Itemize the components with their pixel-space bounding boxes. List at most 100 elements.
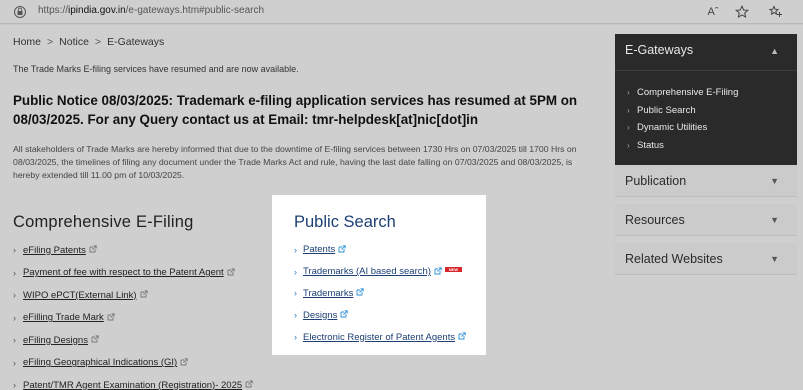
breadcrumb-separator: > xyxy=(47,36,54,48)
caret-down-icon: ▼ xyxy=(770,215,779,225)
chevron-right-icon: › xyxy=(13,380,16,390)
url-host: ipindia.gov.in xyxy=(68,5,126,16)
chevron-right-icon: › xyxy=(627,123,630,133)
public-search-list: › Patents › Trademarks (AI based search) NE… xyxy=(294,239,466,348)
public-notice-heading: Public Notice 08/03/2025: Trademark e-fi… xyxy=(13,93,578,127)
link-label[interactable]: Patent/TMR Agent Examination (Registrati… xyxy=(23,380,242,390)
sidebar-item-status[interactable]: › Status xyxy=(627,137,738,155)
caret-down-icon: ▼ xyxy=(770,176,779,186)
comprehensive-efiling-title: Comprehensive E-Filing xyxy=(13,213,194,231)
external-link-icon xyxy=(107,313,115,321)
breadcrumb-separator: > xyxy=(94,36,102,48)
chevron-right-icon: › xyxy=(13,290,16,301)
chevron-right-icon: › xyxy=(627,105,630,115)
efiling-link-trade-mark[interactable]: › eFilling Trade Mark xyxy=(13,307,253,330)
efiling-link-patents[interactable]: › eFiling Patents xyxy=(13,239,253,262)
chevron-right-icon: › xyxy=(294,266,297,277)
public-search-link-patent-agents-register[interactable]: › Electronic Register of Patent Agents xyxy=(294,326,466,348)
link-label[interactable]: Designs xyxy=(303,310,337,321)
url-prefix: https:// xyxy=(38,5,69,16)
efiling-link-geographical-indications[interactable]: › eFiling Geographical Indications (GI) xyxy=(13,352,253,375)
external-link-icon xyxy=(140,290,148,298)
external-link-icon xyxy=(458,332,466,340)
breadcrumb-notice[interactable]: Notice xyxy=(59,36,89,48)
chevron-right-icon: › xyxy=(13,267,16,278)
link-label[interactable]: eFiling Geographical Indications (GI) xyxy=(23,357,177,368)
public-search-panel: Public Search › Patents › Trademarks (AI b… xyxy=(272,195,486,355)
chevron-right-icon: › xyxy=(13,357,16,368)
external-link-icon xyxy=(227,268,235,276)
page-content: Home > Notice > E-Gateways The Trade Marks E… xyxy=(0,25,803,390)
link-label[interactable]: WIPO ePCT(External Link) xyxy=(23,290,137,301)
caret-down-icon: ▼ xyxy=(770,254,779,264)
external-link-icon xyxy=(89,245,97,253)
efiling-link-agent-examination[interactable]: › Patent/TMR Agent Examination (Registrat… xyxy=(13,374,253,390)
external-link-icon xyxy=(356,288,364,296)
breadcrumb-current: E-Gateways xyxy=(107,36,165,48)
accordion-label: Publication xyxy=(625,174,687,188)
chevron-right-icon: › xyxy=(294,332,297,343)
breadcrumb: Home > Notice > E-Gateways xyxy=(13,36,164,48)
link-label[interactable]: Trademarks xyxy=(303,288,353,299)
external-link-icon xyxy=(338,245,346,253)
public-notice-body: All stakeholders of Trade Marks are here… xyxy=(13,144,577,180)
sidebar-item-label: Dynamic Utilities xyxy=(637,122,708,134)
caret-up-icon[interactable]: ▲ xyxy=(770,46,779,56)
external-link-icon xyxy=(340,310,348,318)
chevron-right-icon: › xyxy=(627,140,630,150)
url-field[interactable]: https://ipindia.gov.in/e-gateways.htm#pu… xyxy=(38,5,264,16)
star-icon[interactable] xyxy=(734,4,750,20)
link-label[interactable]: eFiling Designs xyxy=(23,335,88,346)
url-path: /e-gateways.htm#public-search xyxy=(125,5,265,16)
sidebar-item-label: Comprehensive E-Filing xyxy=(637,87,739,99)
accordion-label: Resources xyxy=(625,213,685,227)
browser-address-bar: https://ipindia.gov.in/e-gateways.htm#pu… xyxy=(0,0,803,24)
public-search-link-designs[interactable]: › Designs xyxy=(294,304,466,326)
link-label[interactable]: Electronic Register of Patent Agents xyxy=(303,332,455,343)
sidebar-accordion-related-websites[interactable]: Related Websites ▼ xyxy=(615,243,797,275)
sidebar-egateways-title[interactable]: E-Gateways xyxy=(625,43,693,57)
comprehensive-efiling-list: › eFiling Patents › Payment of fee with re… xyxy=(13,239,253,390)
breadcrumb-home[interactable]: Home xyxy=(13,36,41,48)
chevron-right-icon: › xyxy=(294,288,297,299)
public-search-link-trademarks[interactable]: › Trademarks xyxy=(294,283,466,305)
sidebar-accordion-publication[interactable]: Publication ▼ xyxy=(615,165,797,197)
sidebar-item-label: Status xyxy=(637,139,664,151)
public-search-title: Public Search xyxy=(294,213,396,231)
sidebar-egateways-panel: E-Gateways ▲ › Comprehensive E-Filing › Pu… xyxy=(615,34,797,182)
read-aloud-label: Aˆ xyxy=(707,6,719,18)
external-link-icon xyxy=(434,267,442,275)
public-search-link-patents[interactable]: › Patents xyxy=(294,239,466,261)
link-label[interactable]: Trademarks (AI based search) xyxy=(303,266,431,277)
accordion-label: Related Websites xyxy=(625,252,723,266)
sidebar-item-label: Public Search xyxy=(637,104,696,116)
collections-icon[interactable] xyxy=(768,4,784,20)
efiling-link-designs[interactable]: › eFiling Designs xyxy=(13,329,253,352)
link-label[interactable]: eFiling Patents xyxy=(23,245,86,256)
new-badge: NEW xyxy=(444,267,462,273)
external-link-icon xyxy=(180,358,188,366)
link-label[interactable]: eFilling Trade Mark xyxy=(23,312,104,323)
resumed-announcement: The Trade Marks E-filing services have r… xyxy=(13,64,299,74)
chevron-right-icon: › xyxy=(294,310,297,321)
chevron-right-icon: › xyxy=(294,244,297,255)
sidebar-item-dynamic-utilities[interactable]: › Dynamic Utilities xyxy=(627,119,738,137)
chevron-right-icon: › xyxy=(627,88,630,98)
link-label[interactable]: Patents xyxy=(303,244,335,255)
read-aloud-icon[interactable]: Aˆ xyxy=(705,4,721,20)
sidebar-accordion-resources[interactable]: Resources ▼ xyxy=(615,204,797,236)
external-link-icon xyxy=(245,380,253,388)
divider xyxy=(615,70,797,71)
chevron-right-icon: › xyxy=(13,312,16,323)
sidebar-item-public-search[interactable]: › Public Search xyxy=(627,102,738,120)
efiling-link-wipo-epct[interactable]: › WIPO ePCT(External Link) xyxy=(13,284,253,307)
link-label[interactable]: Payment of fee with respect to the Paten… xyxy=(23,267,224,278)
site-info-icon[interactable] xyxy=(13,5,27,19)
chevron-right-icon: › xyxy=(13,245,16,256)
public-search-link-trademarks-ai[interactable]: › Trademarks (AI based search) NEW xyxy=(294,261,466,283)
external-link-icon xyxy=(91,335,99,343)
sidebar-egateways-list: › Comprehensive E-Filing › Public Search ›… xyxy=(627,84,738,154)
sidebar-item-comprehensive-efiling[interactable]: › Comprehensive E-Filing xyxy=(627,84,738,102)
efiling-link-patent-agent-fee[interactable]: › Payment of fee with respect to the Pate… xyxy=(13,262,253,285)
chevron-right-icon: › xyxy=(13,335,16,346)
